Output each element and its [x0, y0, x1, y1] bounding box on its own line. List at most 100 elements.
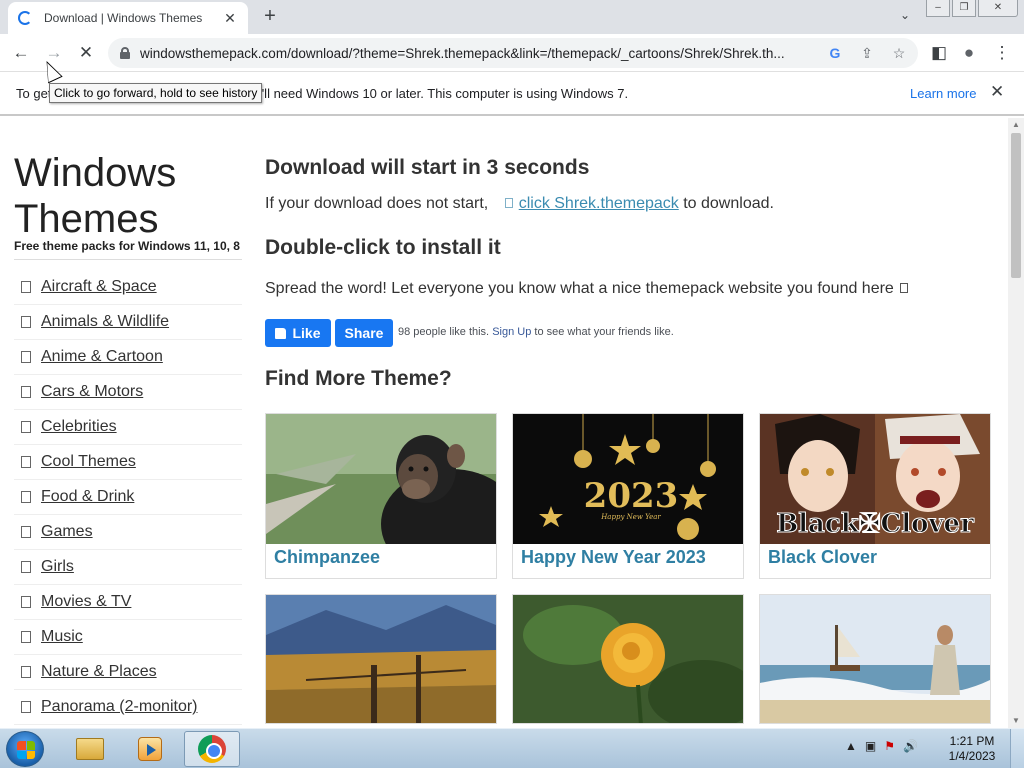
beach-painting-thumbnail[interactable] [760, 595, 990, 724]
clock-date: 1/4/2023 [948, 749, 996, 763]
yellow-rose-thumbnail[interactable] [513, 595, 743, 724]
category-item[interactable]: Animals & Wildlife [14, 305, 242, 340]
theme-card-title[interactable]: Black Clover [768, 547, 877, 568]
bookmark-star-icon[interactable]: ☆ [888, 42, 910, 64]
taskbar-chrome[interactable] [184, 731, 240, 767]
category-item[interactable]: Cars & Motors [14, 375, 242, 410]
category-link[interactable]: Cars & Motors [41, 383, 143, 401]
download-suffix: to download. [683, 195, 774, 212]
media-player-icon [138, 737, 162, 761]
category-item[interactable]: Food & Drink [14, 480, 242, 515]
facebook-signup-link[interactable]: Sign Up [492, 326, 531, 338]
download-file-icon [504, 198, 513, 208]
category-item[interactable]: Movies & TV [14, 585, 242, 620]
site-title[interactable]: Windows Themes [14, 150, 244, 242]
category-link[interactable]: Cool Themes [41, 453, 136, 471]
category-item[interactable]: Panorama (2-monitor) [14, 690, 242, 725]
windows-logo-icon [17, 741, 35, 759]
category-item[interactable]: Nature & Places [14, 655, 242, 690]
theme-card-title[interactable]: Happy New Year 2023 [521, 547, 706, 568]
tab-title: Download | Windows Themes [44, 11, 203, 25]
black-clover-thumbnail[interactable]: Black✠Clover [760, 414, 990, 544]
share-icon[interactable]: ⇪ [856, 42, 878, 64]
theme-card-happy-new-year-2023[interactable]: 2023 Happy New Year Happy New Year 2023 [512, 413, 744, 579]
category-item[interactable]: Anime & Cartoon [14, 340, 242, 375]
download-prefix: If your download does not start, [265, 195, 489, 212]
category-link[interactable]: Food & Drink [41, 488, 134, 506]
category-item[interactable]: Cool Themes [14, 445, 242, 480]
url-text[interactable]: windowsthemepack.com/download/?theme=Shr… [140, 46, 820, 61]
learn-more-link[interactable]: Learn more [910, 86, 976, 101]
facebook-like-button[interactable]: Like [265, 319, 331, 347]
tab-close-icon[interactable]: ✕ [222, 10, 238, 27]
category-item[interactable]: Girls [14, 550, 242, 585]
category-link[interactable]: Games [41, 523, 93, 541]
tab-search-icon[interactable]: ⌄ [896, 8, 914, 26]
landscape-painting-thumbnail[interactable] [266, 595, 496, 724]
theme-card-chimpanzee[interactable]: Chimpanzee [265, 413, 497, 579]
new-tab-button[interactable]: + [258, 4, 282, 28]
theme-card-black-clover[interactable]: Black✠Clover Black Clover [759, 413, 991, 579]
category-link[interactable]: Music [41, 628, 83, 646]
taskbar-media-player[interactable] [122, 731, 178, 767]
side-panel-icon[interactable]: ◧ [926, 41, 952, 67]
like-label: Like [292, 325, 321, 341]
category-link[interactable]: Animals & Wildlife [41, 313, 169, 331]
category-link[interactable]: Panorama (2-monitor) [41, 698, 198, 716]
taskbar-clock[interactable]: 1:21 PM 1/4/2023 [942, 734, 1002, 764]
profile-avatar-icon[interactable]: ● [956, 41, 982, 67]
theme-card-title[interactable]: Chimpanzee [274, 547, 380, 568]
tab-active[interactable]: Download | Windows Themes ✕ [8, 2, 248, 34]
scroll-thumb[interactable] [1011, 133, 1021, 278]
category-item[interactable]: Music [14, 620, 242, 655]
download-paragraph: If your download does not start, click S… [265, 195, 774, 213]
infobar-close-icon[interactable]: ✕ [990, 82, 1004, 102]
theme-card-landscape-painting[interactable] [265, 594, 497, 724]
category-link[interactable]: Movies & TV [41, 593, 131, 611]
download-link[interactable]: click Shrek.themepack [519, 195, 679, 212]
address-bar[interactable]: windowsthemepack.com/download/?theme=Shr… [108, 38, 918, 68]
category-icon [21, 631, 31, 643]
category-link[interactable]: Nature & Places [41, 663, 157, 681]
taskbar-explorer[interactable] [62, 731, 118, 767]
category-item[interactable]: Aircraft & Space [14, 270, 242, 305]
theme-card-yellow-rose[interactable] [512, 594, 744, 724]
google-translate-icon[interactable]: G [824, 42, 846, 64]
category-link[interactable]: Aircraft & Space [41, 278, 157, 296]
find-more-heading: Find More Theme? [265, 367, 452, 390]
category-icon [21, 386, 31, 398]
volume-icon[interactable]: 🔊 [903, 739, 918, 753]
scroll-down-arrow-icon[interactable]: ▼ [1008, 714, 1024, 728]
lock-icon[interactable] [120, 47, 130, 59]
new-year-thumbnail[interactable]: 2023 Happy New Year [513, 414, 743, 544]
download-heading: Download will start in 3 seconds [265, 156, 590, 179]
facebook-share-button[interactable]: Share [335, 319, 393, 347]
stop-loading-button[interactable]: ✕ [73, 41, 99, 67]
network-icon[interactable]: ▣ [865, 739, 876, 753]
category-item[interactable]: Celebrities [14, 410, 242, 445]
new-year-art-text: 2023 [584, 476, 679, 516]
tab-strip: Download | Windows Themes ✕ + ⌄ ‒ ❐ ✕ [0, 0, 1024, 34]
close-window-button[interactable]: ✕ [978, 0, 1018, 17]
category-link[interactable]: Girls [41, 558, 74, 576]
sidebar-divider [14, 259, 242, 260]
maximize-button[interactable]: ❐ [952, 0, 976, 17]
show-hidden-icons-icon[interactable]: ▲ [845, 739, 857, 753]
start-button[interactable] [6, 731, 44, 767]
category-item[interactable]: Games [14, 515, 242, 550]
screen: Download | Windows Themes ✕ + ⌄ ‒ ❐ ✕ ← … [0, 0, 1024, 768]
scroll-up-arrow-icon[interactable]: ▲ [1008, 118, 1024, 132]
minimize-button[interactable]: ‒ [926, 0, 950, 17]
browser-toolbar: ← → ✕ windowsthemepack.com/download/?the… [0, 34, 1024, 72]
chimpanzee-thumbnail[interactable] [266, 414, 496, 544]
show-desktop-button[interactable] [1010, 729, 1024, 768]
clock-time: 1:21 PM [949, 734, 995, 748]
theme-card-beach-painting[interactable] [759, 594, 991, 724]
action-center-flag-icon[interactable]: ⚑ [884, 739, 895, 753]
chrome-menu-icon[interactable]: ⋮ [989, 41, 1015, 67]
system-tray: ▲ ▣ ⚑ 🔊 [845, 739, 918, 753]
category-link[interactable]: Anime & Cartoon [41, 348, 163, 366]
back-button[interactable]: ← [8, 41, 34, 67]
category-link[interactable]: Celebrities [41, 418, 117, 436]
page-scrollbar[interactable]: ▲ ▼ [1008, 118, 1024, 728]
